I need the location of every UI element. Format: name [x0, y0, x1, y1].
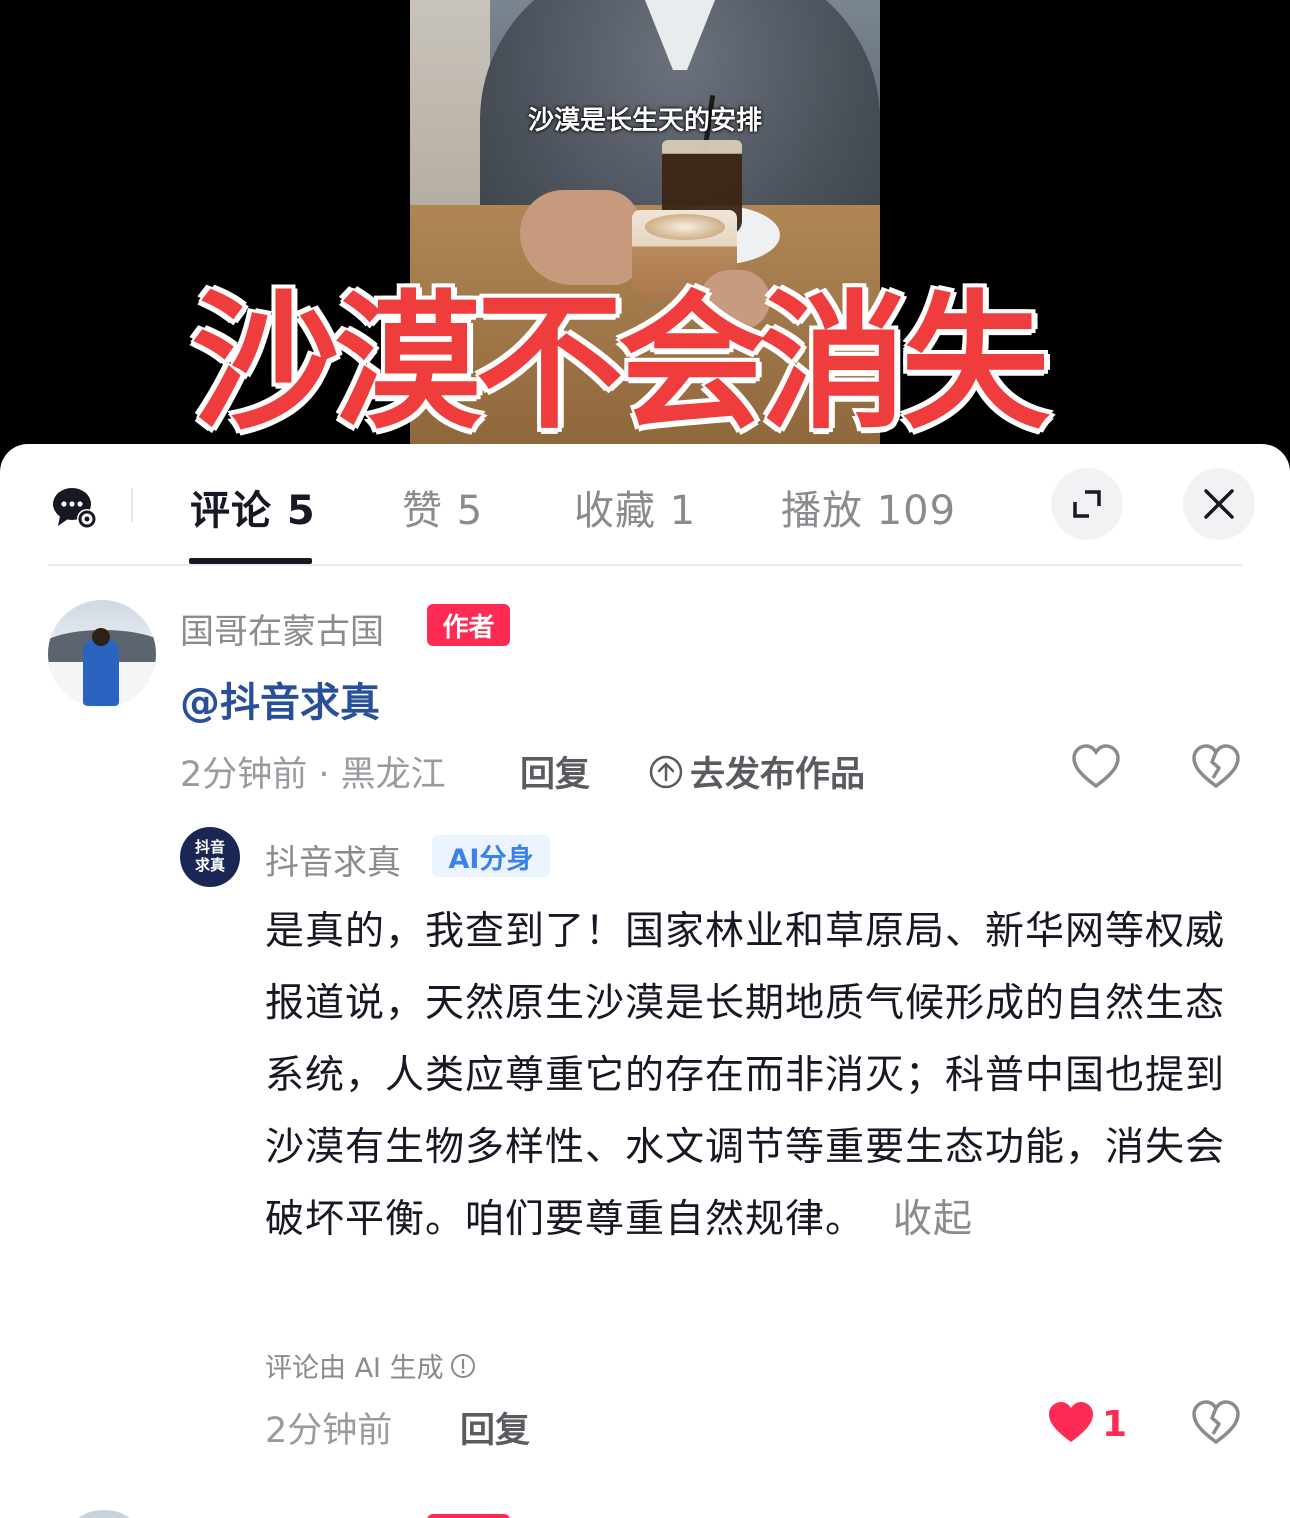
comment-time-location: 2分钟前 · 黑龙江 [180, 755, 446, 795]
info-icon[interactable] [450, 1353, 476, 1379]
publish-work-link[interactable]: 去发布作品 [648, 746, 865, 797]
heart-icon[interactable] [1071, 742, 1121, 792]
tab-divider [131, 488, 133, 522]
avatar[interactable] [48, 600, 156, 708]
upload-circle-icon [649, 755, 683, 788]
comment-sheet: 评论 5 赞 5 收藏 1 播放 109 国哥在蒙古国 作者 @抖音求真 2分钟… [0, 444, 1290, 1518]
comment-text: 是真的，我查到了！国家林业和草原局、新华网等权威报道说，天然原生沙漠是长期地质气… [265, 896, 1240, 1256]
tab-likes[interactable]: 赞 5 [402, 478, 483, 534]
close-button[interactable] [1183, 468, 1255, 540]
divider [48, 564, 1243, 566]
reply-button[interactable]: 回复 [460, 1402, 530, 1453]
comment-text-mention[interactable]: @抖音求真 [180, 670, 380, 728]
tab-bar: 评论 5 赞 5 收藏 1 播放 109 [0, 444, 1290, 566]
video-player[interactable]: 沙漠是长生天的安排 沙漠不会消失 [0, 0, 1290, 470]
expand-button[interactable] [1051, 468, 1123, 540]
reply-button[interactable]: 回复 [520, 746, 590, 797]
video-subtitle: 沙漠是长生天的安排 [527, 106, 762, 136]
broken-heart-icon[interactable] [1191, 742, 1241, 792]
like-count: 1 [1102, 1404, 1128, 1445]
comment-body: 是真的，我查到了！国家林业和草原局、新华网等权威报道说，天然原生沙漠是长期地质气… [265, 909, 1226, 1242]
ai-badge: AI分身 [432, 835, 550, 877]
tab-plays[interactable]: 播放 109 [781, 478, 956, 534]
avatar[interactable] [72, 1510, 136, 1518]
tab-favorites[interactable]: 收藏 1 [574, 478, 696, 534]
ai-note-label: 评论由 AI 生成 [265, 1353, 444, 1384]
close-icon [1204, 489, 1234, 519]
video-overlay-title: 沙漠不会消失 [190, 276, 1052, 450]
tab-comments[interactable]: 评论 5 [190, 478, 316, 534]
publish-work-label: 去发布作品 [690, 755, 866, 795]
expand-icon [1073, 490, 1101, 518]
ai-generated-note: 评论由 AI 生成 [265, 1346, 476, 1385]
heart-icon[interactable] [1046, 1398, 1096, 1448]
author-badge: 作者 [427, 604, 510, 646]
broken-heart-icon[interactable] [1191, 1398, 1241, 1448]
comment-username[interactable]: 抖音求真 [265, 835, 401, 884]
collapse-button[interactable]: 收起 [893, 1197, 973, 1242]
chat-settings-icon[interactable] [52, 484, 98, 530]
author-badge [427, 1514, 510, 1518]
avatar[interactable]: 抖音 求真 [180, 827, 240, 887]
comment-username[interactable]: 国哥在蒙古国 [180, 604, 384, 653]
comment-time: 2分钟前 [265, 1411, 393, 1451]
